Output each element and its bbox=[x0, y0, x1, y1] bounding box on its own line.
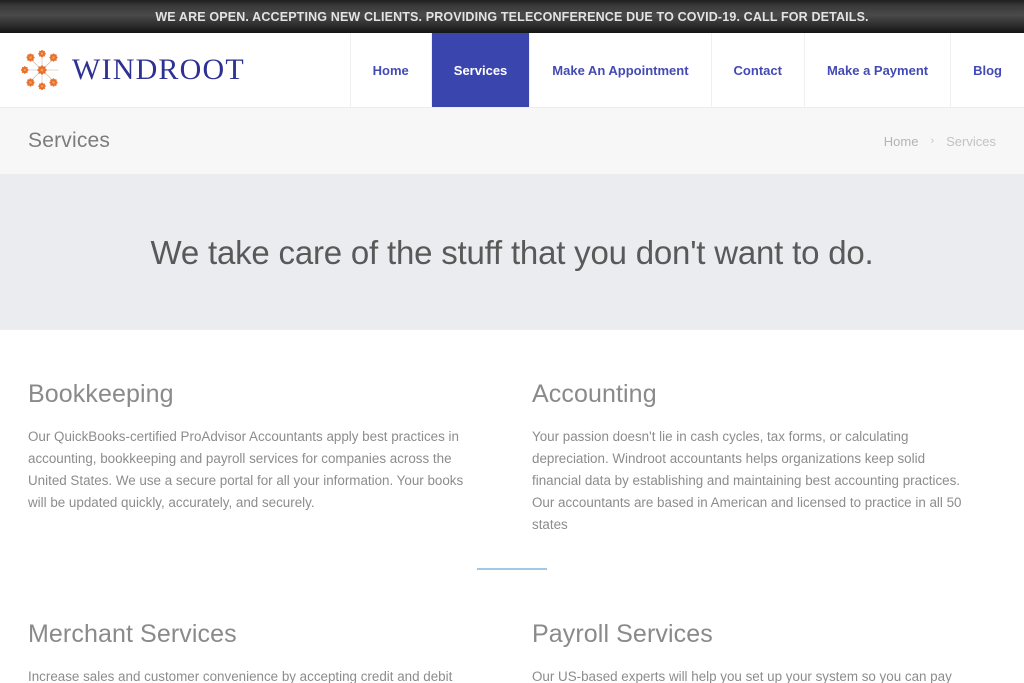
breadcrumb-link-home[interactable]: Home bbox=[884, 134, 919, 149]
breadcrumb-bar: Services Home › Services bbox=[0, 108, 1024, 175]
service-card-bookkeeping: Bookkeeping Our QuickBooks-certified Pro… bbox=[28, 330, 512, 536]
service-card-accounting: Accounting Your passion doesn't lie in c… bbox=[512, 330, 996, 536]
hero-section: We take care of the stuff that you don't… bbox=[0, 175, 1024, 330]
service-body: Our QuickBooks-certified ProAdvisor Acco… bbox=[28, 429, 464, 510]
services-row-1: Bookkeeping Our QuickBooks-certified Pro… bbox=[28, 330, 996, 536]
breadcrumb-current: Services bbox=[946, 133, 996, 149]
nav-item-blog[interactable]: Blog bbox=[951, 33, 1024, 107]
section-divider-wrap bbox=[28, 536, 996, 570]
site-header: WINDROOT Home Services Make An Appointme… bbox=[0, 33, 1024, 108]
service-body: Your passion doesn't lie in cash cycles,… bbox=[532, 429, 962, 532]
service-title: Bookkeeping bbox=[28, 380, 174, 408]
brand-name: WINDROOT bbox=[72, 53, 245, 86]
nav-item-home[interactable]: Home bbox=[351, 33, 432, 107]
nav-item-label: Home bbox=[372, 62, 409, 78]
announcement-text: WE ARE OPEN. ACCEPTING NEW CLIENTS. PROV… bbox=[155, 9, 869, 24]
brand-logo[interactable]: WINDROOT bbox=[0, 33, 351, 107]
nav-item-contact[interactable]: Contact bbox=[712, 33, 805, 107]
service-title: Merchant Services bbox=[28, 620, 237, 648]
service-body: Our US-based experts will help you set u… bbox=[532, 669, 952, 683]
page-title: Services bbox=[28, 129, 111, 152]
hero-heading: We take care of the stuff that you don't… bbox=[150, 233, 874, 271]
service-card-payroll-services: Payroll Services Our US-based experts wi… bbox=[512, 570, 996, 683]
announcement-bar: WE ARE OPEN. ACCEPTING NEW CLIENTS. PROV… bbox=[0, 0, 1024, 33]
nav-item-label: Make An Appointment bbox=[552, 62, 689, 78]
breadcrumb: Home › Services bbox=[884, 134, 996, 149]
services-row-2: Merchant Services Increase sales and cus… bbox=[28, 570, 996, 683]
service-title: Payroll Services bbox=[532, 620, 713, 648]
services-section: Bookkeeping Our QuickBooks-certified Pro… bbox=[0, 330, 1024, 683]
nav-item-label: Make a Payment bbox=[826, 62, 929, 78]
service-body: Increase sales and customer convenience … bbox=[28, 669, 453, 683]
nav-item-label: Services bbox=[453, 62, 508, 78]
nav-item-services[interactable]: Services bbox=[431, 33, 531, 107]
nav-item-label: Blog bbox=[973, 62, 1002, 78]
main-navigation: Home Services Make An Appointment Contac… bbox=[351, 33, 1024, 107]
flower-cluster-logo-icon bbox=[18, 47, 66, 93]
nav-item-label: Contact bbox=[733, 62, 782, 78]
service-card-merchant-services: Merchant Services Increase sales and cus… bbox=[28, 570, 512, 683]
nav-item-make-an-appointment[interactable]: Make An Appointment bbox=[530, 33, 712, 107]
nav-item-make-a-payment[interactable]: Make a Payment bbox=[805, 33, 952, 107]
chevron-right-icon: › bbox=[930, 135, 935, 147]
service-title: Accounting bbox=[532, 380, 657, 408]
